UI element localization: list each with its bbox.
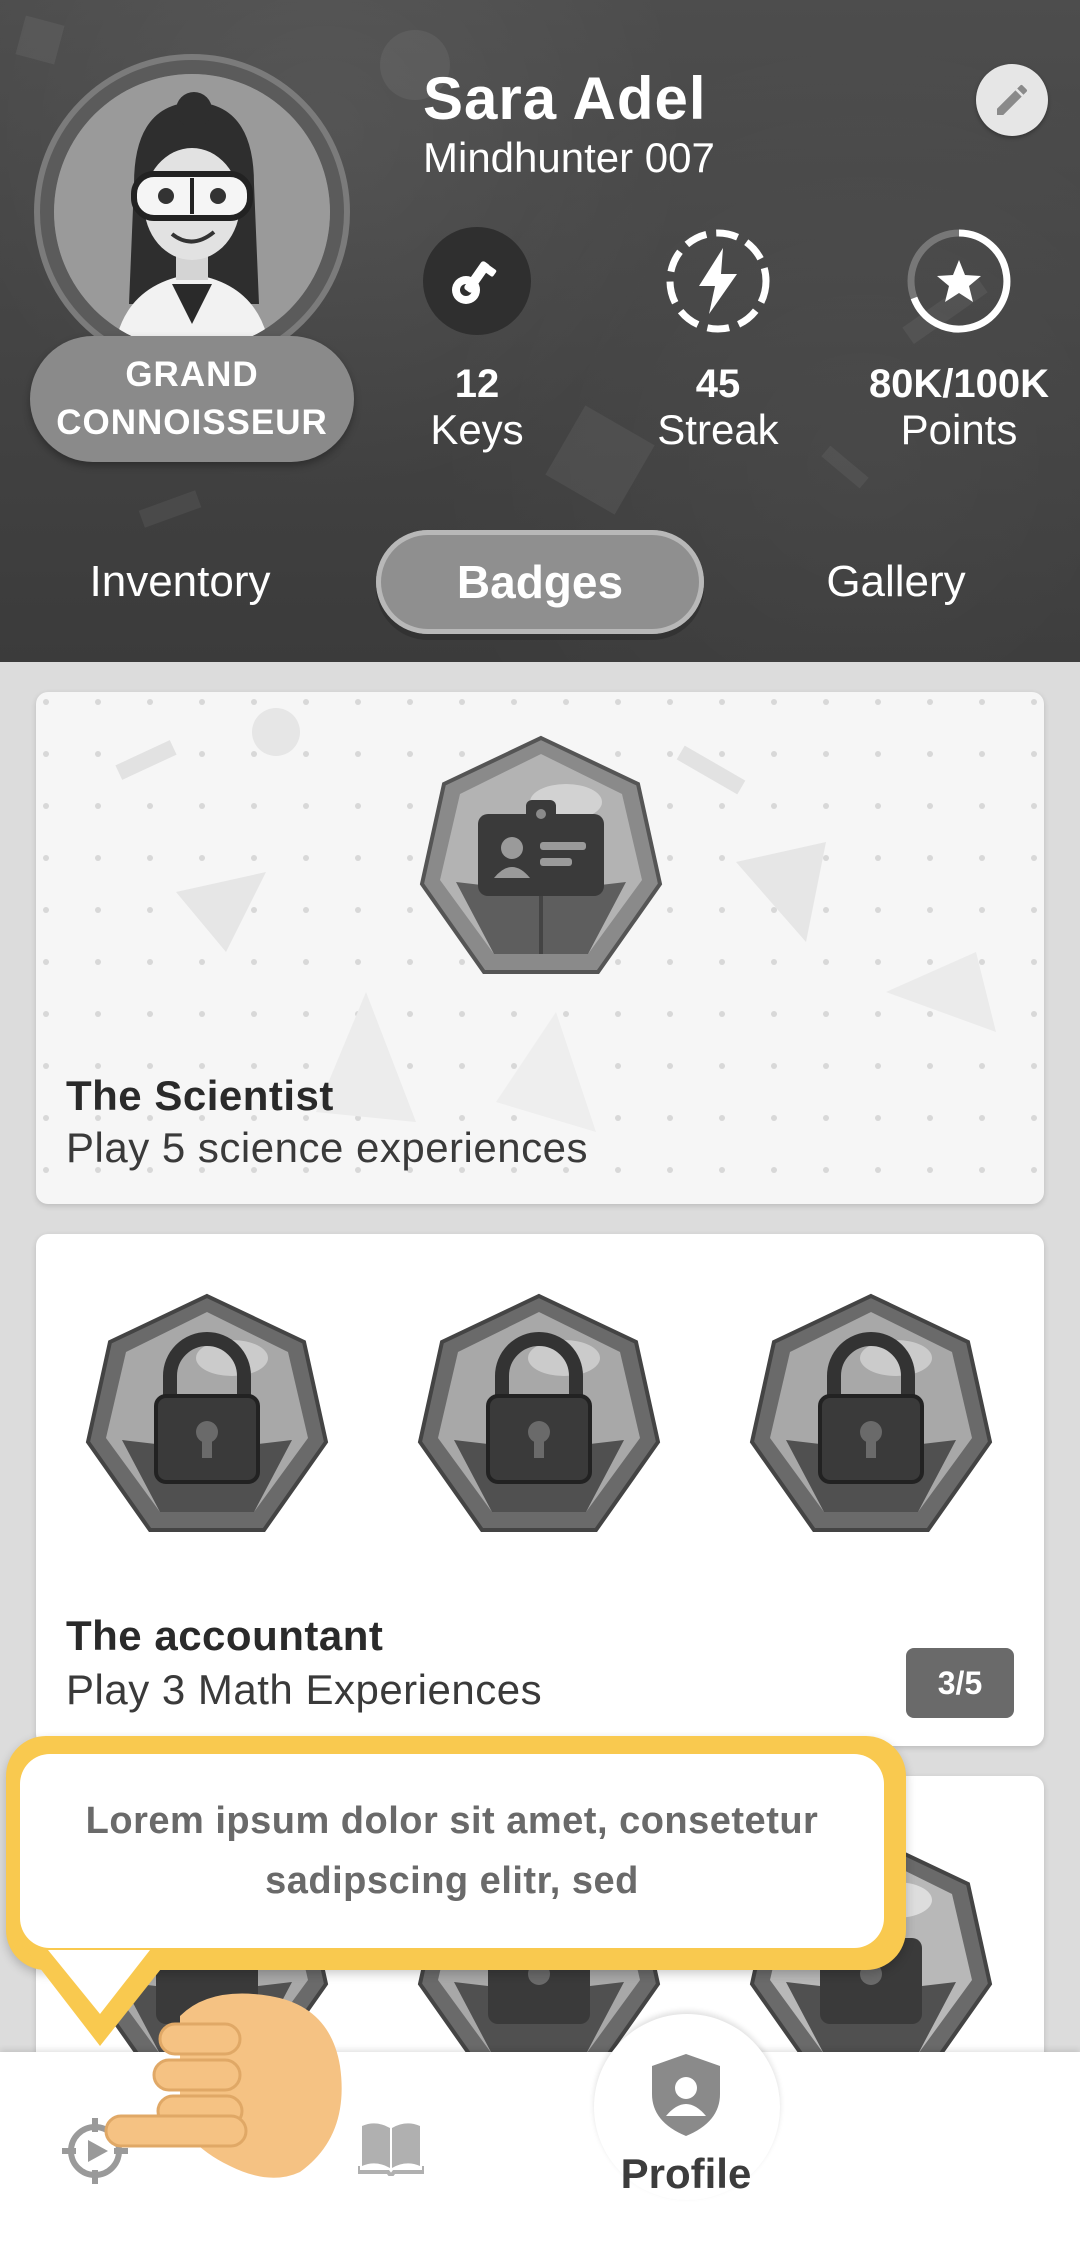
pointing-hand-icon [104, 1993, 342, 2178]
stat-points: 80K/100K Points [849, 226, 1069, 454]
tooltip-text: Lorem ipsum dolor sit amet, consetetur s… [20, 1754, 884, 1948]
key-icon [422, 226, 532, 336]
tab-badges[interactable]: Badges [376, 530, 704, 634]
keys-value: 12 [454, 362, 500, 406]
points-value: 80K/100K [868, 362, 1050, 406]
badge-subtitle: Play 5 science experiences [66, 1124, 588, 1171]
avatar[interactable] [54, 74, 330, 350]
stat-keys: 12 Keys [367, 226, 587, 454]
nav-profile-label[interactable]: Profile [586, 2150, 786, 2198]
badge-card-scientist[interactable]: The Scientist Play 5 science experiences [36, 692, 1044, 1204]
points-label: Points [900, 406, 1018, 453]
profile-header: GRAND CONNOISSEUR Sara Adel Mindhunter 0… [0, 0, 1080, 662]
locked-badge-icon [749, 1293, 993, 1532]
profile-tabs: Inventory Badges Gallery [0, 530, 1080, 642]
tab-inventory[interactable]: Inventory [40, 530, 320, 634]
confetti-shape [15, 15, 65, 65]
onboarding-tooltip: Lorem ipsum dolor sit amet, consetetur s… [6, 1736, 906, 1970]
badge-title: The Scientist [66, 1072, 334, 1119]
profile-shield-icon [652, 2054, 720, 2136]
tab-gallery[interactable]: Gallery [756, 530, 1036, 634]
badge-title: The accountant [66, 1612, 384, 1659]
book-icon [356, 2123, 426, 2180]
nav-profile[interactable] [648, 2052, 724, 2143]
user-handle: Mindhunter 007 [423, 134, 715, 181]
badge-subtitle: Play 3 Math Experiences [66, 1666, 543, 1713]
nav-library[interactable] [356, 2116, 426, 2181]
user-name: Sara Adel [423, 65, 707, 132]
streak-label: Streak [657, 406, 779, 453]
avatar-illustration [54, 74, 330, 350]
scientist-badge-icon [419, 735, 663, 974]
keys-label: Keys [430, 406, 524, 453]
locked-badge-icon [417, 1293, 661, 1532]
confetti-shape [138, 490, 202, 528]
edit-profile-button[interactable] [976, 64, 1048, 136]
star-icon [904, 226, 1014, 336]
lightning-icon [663, 226, 773, 336]
streak-value: 45 [695, 362, 741, 406]
pencil-icon [997, 84, 1027, 115]
rank-badge: GRAND CONNOISSEUR [30, 336, 354, 462]
locked-badge-icon [85, 1293, 329, 1532]
badge-card-accountant[interactable]: The accountant Play 3 Math Experiences 3… [36, 1234, 1044, 1746]
stat-streak: 45 Streak [608, 226, 828, 454]
badge-progress-count: 3/5 [906, 1648, 1014, 1718]
